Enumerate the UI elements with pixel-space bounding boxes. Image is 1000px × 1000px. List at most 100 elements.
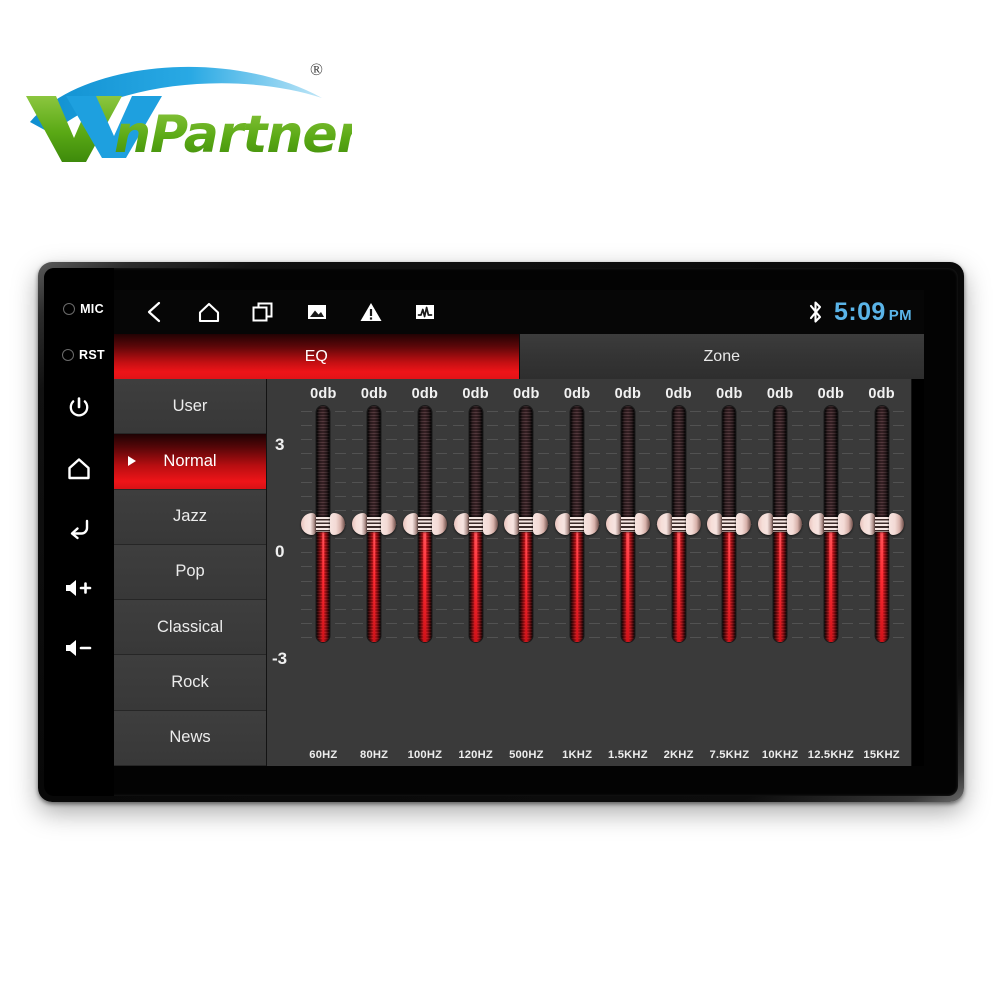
reset-label: RST (79, 348, 105, 362)
slider-thumb-wing-left (808, 513, 824, 535)
eq-band-slider[interactable] (603, 406, 654, 642)
slider-thumb[interactable] (402, 512, 447, 536)
equalizer-panel: 3 0 -3 0db 60HZ 0db 80HZ 0db 100HZ 0db 120HZ 0db… (267, 379, 912, 766)
volume-down-button[interactable] (44, 618, 114, 678)
eq-band-slider[interactable] (298, 406, 349, 642)
hardware-key-column: MIC RST (44, 268, 114, 796)
eq-band-slider[interactable] (450, 406, 501, 642)
slider-thumb[interactable] (453, 512, 498, 536)
eq-band: 0db 12.5KHZ (806, 379, 857, 766)
eq-band-value: 0db (665, 386, 692, 402)
slider-thumb-wing-right (533, 513, 549, 535)
device-bezel-inner: MIC RST 5:09 PM EQ Zone User Normal Jazz… (44, 268, 958, 796)
slider-thumb-core (620, 516, 635, 532)
reset-hole[interactable]: RST (44, 332, 114, 378)
eq-band-slider[interactable] (400, 406, 451, 642)
slider-thumb-wing-right (330, 513, 346, 535)
slider-track-glow (423, 524, 427, 642)
slider-track-glow (626, 524, 630, 642)
eq-band: 0db 100HZ (400, 379, 451, 766)
slider-thumb[interactable] (301, 512, 346, 536)
preset-item-normal[interactable]: Normal (114, 434, 266, 490)
preset-item-classical[interactable]: Classical (114, 600, 266, 656)
preset-label: Jazz (173, 507, 207, 526)
slider-thumb-wing-left (352, 513, 368, 535)
slider-thumb[interactable] (656, 512, 701, 536)
eq-band-frequency: 1KHZ (562, 749, 593, 761)
preset-label: User (172, 396, 208, 415)
eq-band-slider[interactable] (755, 406, 806, 642)
eq-band-slider[interactable] (349, 406, 400, 642)
eq-band-slider[interactable] (501, 406, 552, 642)
warning-icon[interactable] (344, 290, 398, 334)
preset-item-user[interactable]: User (114, 379, 266, 435)
navigation-icon-row (114, 290, 452, 334)
status-right-cluster: 5:09 PM (807, 290, 912, 334)
preset-label: Pop (175, 562, 205, 581)
preset-item-jazz[interactable]: Jazz (114, 489, 266, 545)
slider-thumb-core (722, 516, 737, 532)
back-hard-button[interactable] (44, 498, 114, 558)
gallery-icon[interactable] (290, 290, 344, 334)
volume-up-button[interactable] (44, 558, 114, 618)
slider-thumb-wing-left (758, 513, 774, 535)
slider-thumb[interactable] (707, 512, 752, 536)
eq-band-slider[interactable] (653, 406, 704, 642)
slider-track-glow (372, 524, 376, 642)
axis-label-top: 3 (275, 435, 285, 454)
slider-thumb-wing-left (301, 513, 317, 535)
home-icon[interactable] (182, 290, 236, 334)
status-bar: 5:09 PM (114, 290, 924, 334)
eq-band: 0db 7.5KHZ (704, 379, 755, 766)
slider-track-glow (525, 524, 528, 642)
eq-band-slider[interactable] (856, 406, 907, 642)
slider-thumb[interactable] (555, 512, 600, 536)
slider-thumb[interactable] (352, 512, 397, 536)
slider-thumb[interactable] (605, 512, 650, 536)
eq-band: 0db 1.5KHZ (603, 379, 654, 766)
selected-marker-icon (128, 456, 136, 467)
slider-thumb[interactable] (808, 512, 853, 536)
eq-band-frequency: 500HZ (509, 749, 544, 761)
eq-band-frequency: 100HZ (407, 749, 443, 761)
eq-band-value: 0db (310, 386, 337, 402)
tab-eq[interactable]: EQ (114, 334, 520, 379)
slider-thumb-wing-right (685, 513, 701, 535)
tab-zone[interactable]: Zone (519, 334, 924, 379)
slider-thumb-core (367, 516, 382, 532)
slider-thumb-wing-right (736, 513, 752, 535)
eq-band: 0db 10KHZ (755, 379, 806, 766)
preset-item-rock[interactable]: Rock (114, 655, 266, 711)
eq-band-value: 0db (411, 386, 439, 402)
slider-thumb-wing-left (859, 513, 875, 535)
slider-thumb[interactable] (504, 512, 549, 536)
slider-thumb-wing-left (555, 513, 571, 535)
eq-band-slider[interactable] (552, 406, 603, 642)
registered-trademark-symbol: ® (310, 60, 323, 79)
slider-thumb-wing-left (453, 513, 469, 535)
preset-label: News (169, 728, 211, 747)
power-button[interactable] (44, 378, 114, 438)
preset-item-pop[interactable]: Pop (114, 544, 266, 601)
eq-band-frequency: 80HZ (360, 749, 389, 761)
brand-logo-mark: nPartners (26, 66, 352, 162)
slider-thumb-wing-right (584, 513, 600, 535)
slider-thumb-core (316, 516, 331, 532)
eq-band-frequency: 1.5KHZ (608, 749, 648, 761)
reset-hole-icon[interactable] (62, 349, 75, 361)
recents-icon[interactable] (236, 290, 290, 334)
eq-band-frequency: 2KHZ (663, 749, 694, 761)
slider-thumb[interactable] (758, 512, 803, 536)
back-icon[interactable] (128, 290, 182, 334)
preset-item-news[interactable]: News (114, 710, 266, 766)
axis-label-middle: 0 (275, 542, 285, 561)
slider-thumb[interactable] (859, 512, 904, 536)
eq-screen-body: User Normal Jazz Pop Classical Rock News… (114, 379, 924, 766)
slider-track-glow (322, 524, 325, 642)
eq-band-slider[interactable] (806, 406, 857, 642)
slider-thumb-wing-right (888, 513, 904, 535)
eq-band-slider[interactable] (704, 406, 755, 642)
home-hard-button[interactable] (44, 438, 114, 498)
equalizer-icon[interactable] (398, 290, 452, 334)
preset-label: Rock (171, 673, 209, 692)
